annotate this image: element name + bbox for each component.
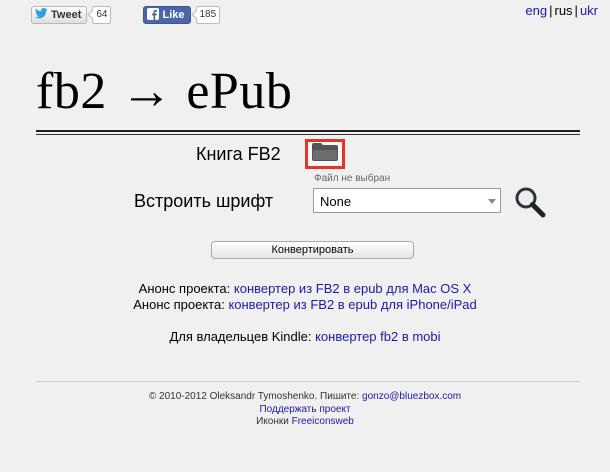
footer-divider bbox=[36, 381, 580, 382]
page-title: fb2 → ePub bbox=[36, 63, 293, 120]
announcement-ios: Анонс проекта: конвертер из FB2 в epub д… bbox=[133, 297, 477, 312]
convert-button[interactable]: Конвертировать bbox=[211, 241, 414, 259]
title-divider-thin bbox=[36, 134, 580, 135]
tweet-button[interactable]: Tweet bbox=[31, 6, 88, 24]
lang-eng[interactable]: eng bbox=[525, 3, 547, 18]
font-select-value: None bbox=[320, 194, 352, 209]
font-label: Встроить шрифт bbox=[134, 191, 274, 211]
like-count: 185 bbox=[195, 6, 221, 24]
tweet-label: Tweet bbox=[51, 9, 82, 21]
chevron-down-icon bbox=[488, 199, 496, 204]
ios-converter-link[interactable]: конвертер из FB2 в epub для iPhone/iPad bbox=[228, 297, 476, 312]
announcement-macos: Анонс проекта: конвертер из FB2 в epub д… bbox=[138, 281, 472, 296]
freeiconsweb-link[interactable]: Freeiconsweb bbox=[292, 416, 354, 427]
title-divider bbox=[36, 130, 580, 132]
like-button[interactable]: Like bbox=[143, 6, 191, 24]
tweet-count: 64 bbox=[92, 6, 112, 24]
facebook-icon bbox=[147, 7, 160, 23]
kindle-note: Для владельцев Kindle: конвертер fb2 в m… bbox=[169, 329, 441, 344]
language-switcher: eng | rus | ukr bbox=[525, 3, 598, 18]
icons-credit: Иконки Freeiconsweb bbox=[256, 416, 354, 427]
support-line: Поддержать проект bbox=[0, 404, 610, 415]
copyright: © 2010-2012 Oleksandr Tymoshenko. Пишите… bbox=[148, 391, 462, 402]
twitter-bird-icon bbox=[35, 8, 48, 22]
lang-ukr[interactable]: ukr bbox=[580, 3, 598, 18]
macos-converter-link[interactable]: конвертер из FB2 в epub для Mac OS X bbox=[234, 281, 471, 296]
folder-icon bbox=[311, 142, 339, 167]
support-link[interactable]: Поддержать проект bbox=[259, 404, 350, 415]
mobi-converter-link[interactable]: конвертер fb2 в mobi bbox=[315, 329, 440, 344]
file-picker-button[interactable] bbox=[305, 139, 345, 169]
search-icon[interactable] bbox=[514, 186, 546, 223]
font-select[interactable]: None bbox=[313, 188, 501, 213]
book-label: Книга FB2 bbox=[196, 144, 281, 164]
social-bar: Tweet 64 Like 185 bbox=[31, 6, 221, 24]
no-file-chosen: Файл не выбран bbox=[314, 173, 391, 184]
like-label: Like bbox=[162, 9, 185, 21]
lang-rus[interactable]: rus bbox=[554, 3, 572, 18]
email-link[interactable]: gonzo@bluezbox.com bbox=[362, 391, 461, 402]
